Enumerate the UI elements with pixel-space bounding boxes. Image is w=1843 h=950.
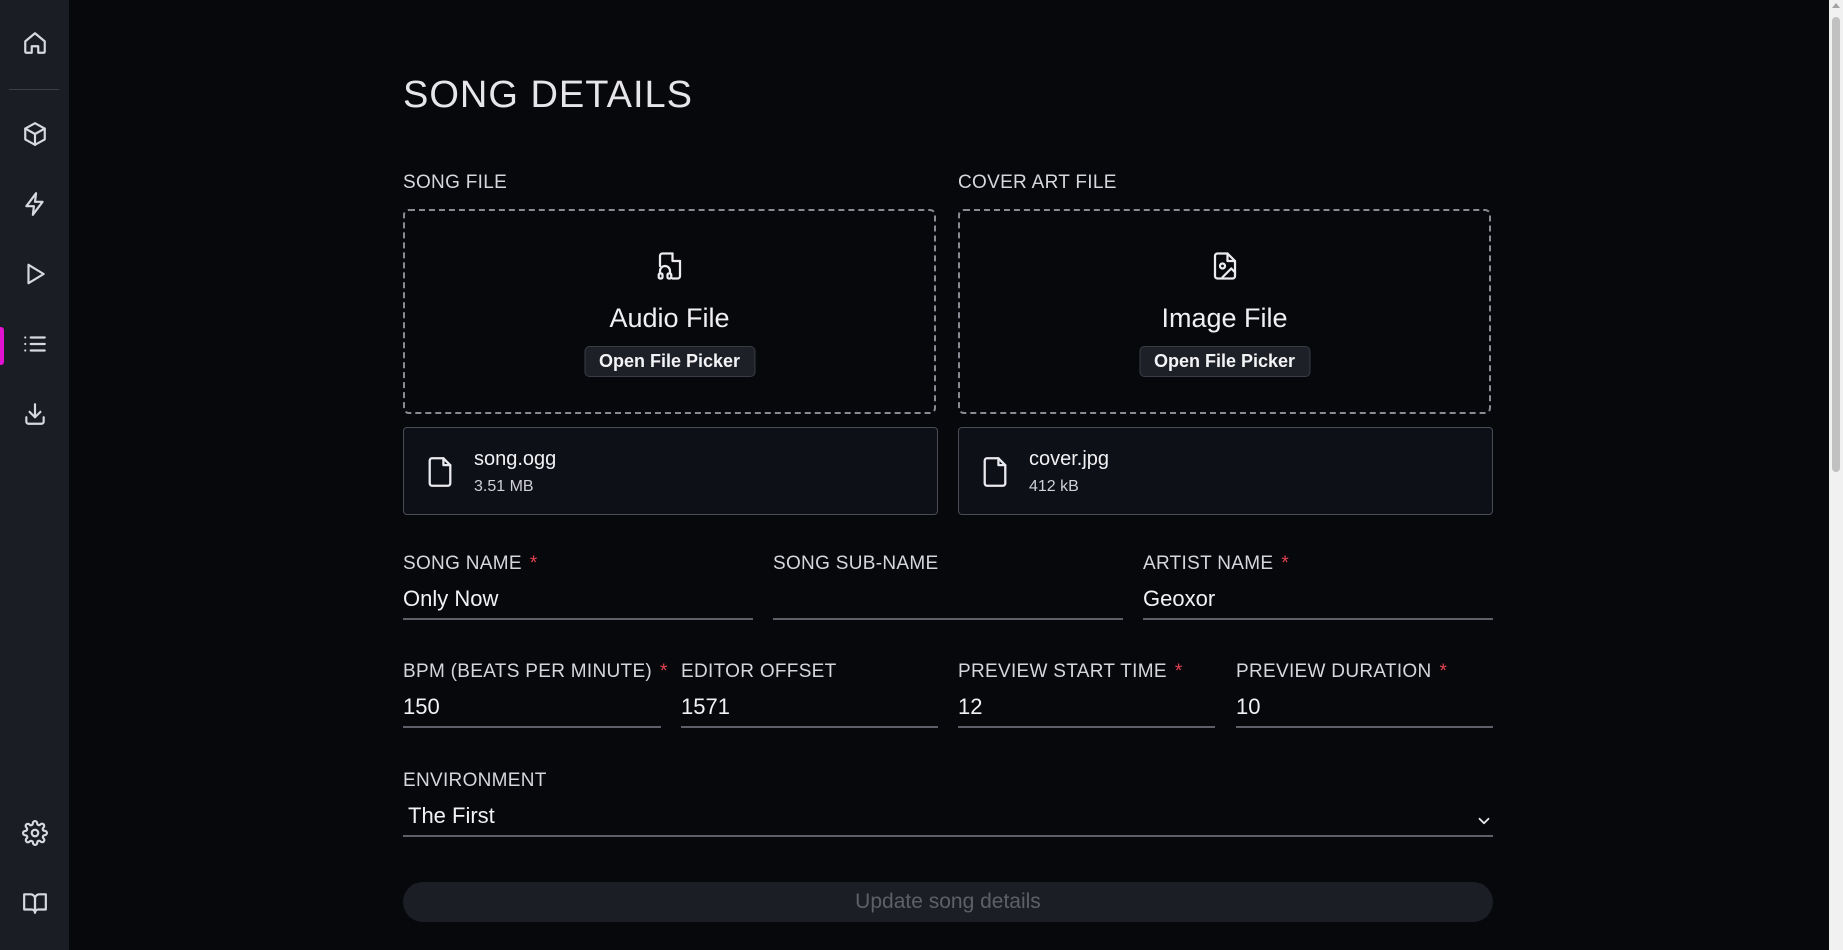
required-marker: * [1174,661,1183,682]
image-file-card: cover.jpg 412 kB [958,427,1493,515]
book-icon [22,890,48,921]
artist-name-label: ARTIST NAME [1143,553,1274,574]
environment-label: ENVIRONMENT [403,770,547,791]
image-dropzone-title: Image File [1161,303,1288,333]
cube-icon [22,121,48,152]
audio-file-icon [655,251,685,281]
list-icon [22,331,48,362]
bpm-field: BPM (BEATS PER MINUTE) * 150 [403,661,667,728]
lightning-icon [22,191,48,222]
song-file-label: SONG FILE [403,172,508,193]
nav-lightning[interactable] [0,183,69,229]
home-icon [22,30,48,61]
download-icon [22,401,48,432]
song-sub-name-input[interactable] [773,584,1123,620]
artist-name-input[interactable]: Geoxor [1143,584,1493,620]
artist-name-field: ARTIST NAME * Geoxor [1143,553,1493,620]
nav-list[interactable] [0,323,69,369]
nav-divider [9,89,59,90]
file-icon [981,456,1009,488]
scroll-up-arrow-icon[interactable] [1832,3,1840,8]
nav-play[interactable] [0,253,69,299]
editor-offset-label: EDITOR OFFSET [681,661,837,682]
chevron-down-icon[interactable] [1475,812,1493,830]
audio-file-card: song.ogg 3.51 MB [403,427,938,515]
environment-field: ENVIRONMENT The First [403,770,1493,837]
audio-dropzone-title: Audio File [609,303,730,333]
editor-offset-input[interactable]: 1571 [681,692,938,728]
preview-duration-field: PREVIEW DURATION * 10 [1236,661,1493,728]
editor-offset-field: EDITOR OFFSET 1571 [681,661,938,728]
image-file-picker-button[interactable]: Open File Picker [1138,346,1311,377]
audio-dropzone[interactable]: Audio File Open File Picker [403,209,936,414]
scrollbar[interactable] [1829,0,1843,950]
song-sub-name-label: SONG SUB-NAME [773,553,939,574]
audio-file-picker-button[interactable]: Open File Picker [583,346,756,377]
preview-duration-label: PREVIEW DURATION [1236,661,1432,682]
required-marker: * [529,553,538,574]
sidebar [0,0,69,950]
nav-cube[interactable] [0,113,69,159]
song-name-input[interactable]: Only Now [403,584,753,620]
nav-settings[interactable] [0,812,69,858]
preview-start-label: PREVIEW START TIME [958,661,1167,682]
nav-docs[interactable] [0,882,69,928]
required-marker: * [1281,553,1290,574]
nav-home[interactable] [0,22,69,68]
audio-file-name: song.ogg [474,448,557,470]
play-icon [22,261,48,292]
page-title: SONG DETAILS [403,74,694,116]
nav-download[interactable] [0,393,69,439]
required-marker: * [1439,661,1448,682]
update-song-details-button[interactable]: Update song details [403,882,1493,922]
preview-start-input[interactable]: 12 [958,692,1215,728]
environment-select[interactable]: The First [403,801,1493,837]
cover-file-label: COVER ART FILE [958,172,1117,193]
song-name-field: SONG NAME * Only Now [403,553,753,620]
preview-duration-input[interactable]: 10 [1236,692,1493,728]
bpm-input[interactable]: 150 [403,692,661,728]
scrollbar-thumb[interactable] [1832,17,1840,472]
preview-start-field: PREVIEW START TIME * 12 [958,661,1215,728]
file-icon [426,456,454,488]
image-file-icon [1210,251,1240,281]
required-marker: * [660,661,668,682]
song-sub-name-field: SONG SUB-NAME [773,553,1123,620]
image-file-name: cover.jpg [1029,448,1110,470]
audio-file-size: 3.51 MB [474,478,534,495]
image-file-size: 412 kB [1029,478,1079,495]
song-name-label: SONG NAME [403,553,522,574]
image-dropzone[interactable]: Image File Open File Picker [958,209,1491,414]
bpm-label: BPM (BEATS PER MINUTE) [403,661,653,682]
settings-icon [21,819,48,851]
